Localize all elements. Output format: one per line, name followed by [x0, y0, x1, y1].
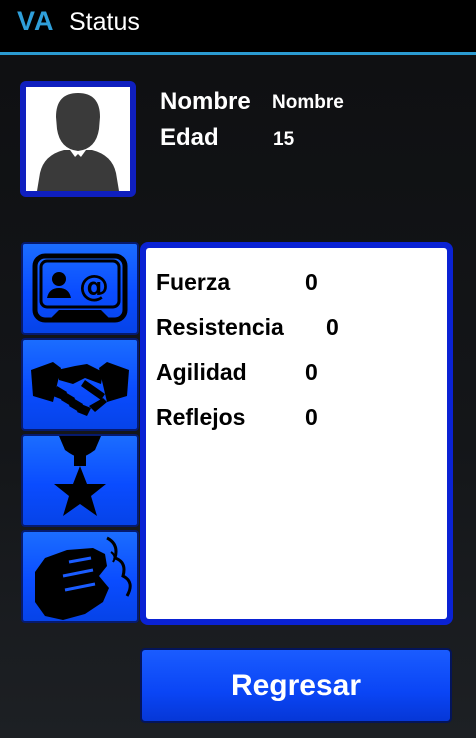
contacts-button[interactable]: @	[21, 242, 139, 335]
avatar	[20, 81, 136, 197]
avatar-image	[26, 87, 130, 191]
relations-button[interactable]	[21, 338, 139, 431]
stat-value-resistencia: 0	[326, 314, 339, 340]
status-screen: VA Status Nombre Nombre Edad 15 @ Fuerza…	[0, 0, 476, 738]
combat-button[interactable]	[21, 530, 139, 623]
fist-icon	[35, 536, 132, 620]
svg-text:@: @	[79, 269, 109, 304]
name-value: Nombre	[272, 92, 344, 113]
age-label: Edad	[160, 124, 219, 151]
action-bar: VA Status	[0, 0, 476, 55]
name-label: Nombre	[160, 88, 251, 115]
stats-panel: Fuerza 0 Resistencia 0 Agilidad 0 Reflej…	[146, 248, 447, 619]
stat-label-agilidad: Agilidad	[156, 359, 247, 385]
stat-label-reflejos: Reflejos	[156, 404, 246, 430]
stat-value-agilidad: 0	[305, 359, 318, 385]
handshake-icon	[31, 362, 129, 416]
stats-panel-frame: Fuerza 0 Resistencia 0 Agilidad 0 Reflej…	[140, 242, 453, 625]
screen-title: Status	[69, 8, 140, 36]
achievements-button[interactable]	[21, 434, 139, 527]
back-button[interactable]: Regresar	[140, 648, 452, 723]
stat-value-fuerza: 0	[305, 269, 318, 295]
app-logo[interactable]: VA	[17, 6, 55, 37]
age-value: 15	[273, 129, 295, 150]
stat-label-fuerza: Fuerza	[156, 269, 231, 295]
medal-star-icon	[54, 436, 106, 516]
person-silhouette-icon	[37, 93, 119, 191]
stat-value-reflejos: 0	[305, 404, 318, 430]
stat-label-resistencia: Resistencia	[156, 314, 284, 340]
contact-card-icon: @	[32, 253, 128, 323]
